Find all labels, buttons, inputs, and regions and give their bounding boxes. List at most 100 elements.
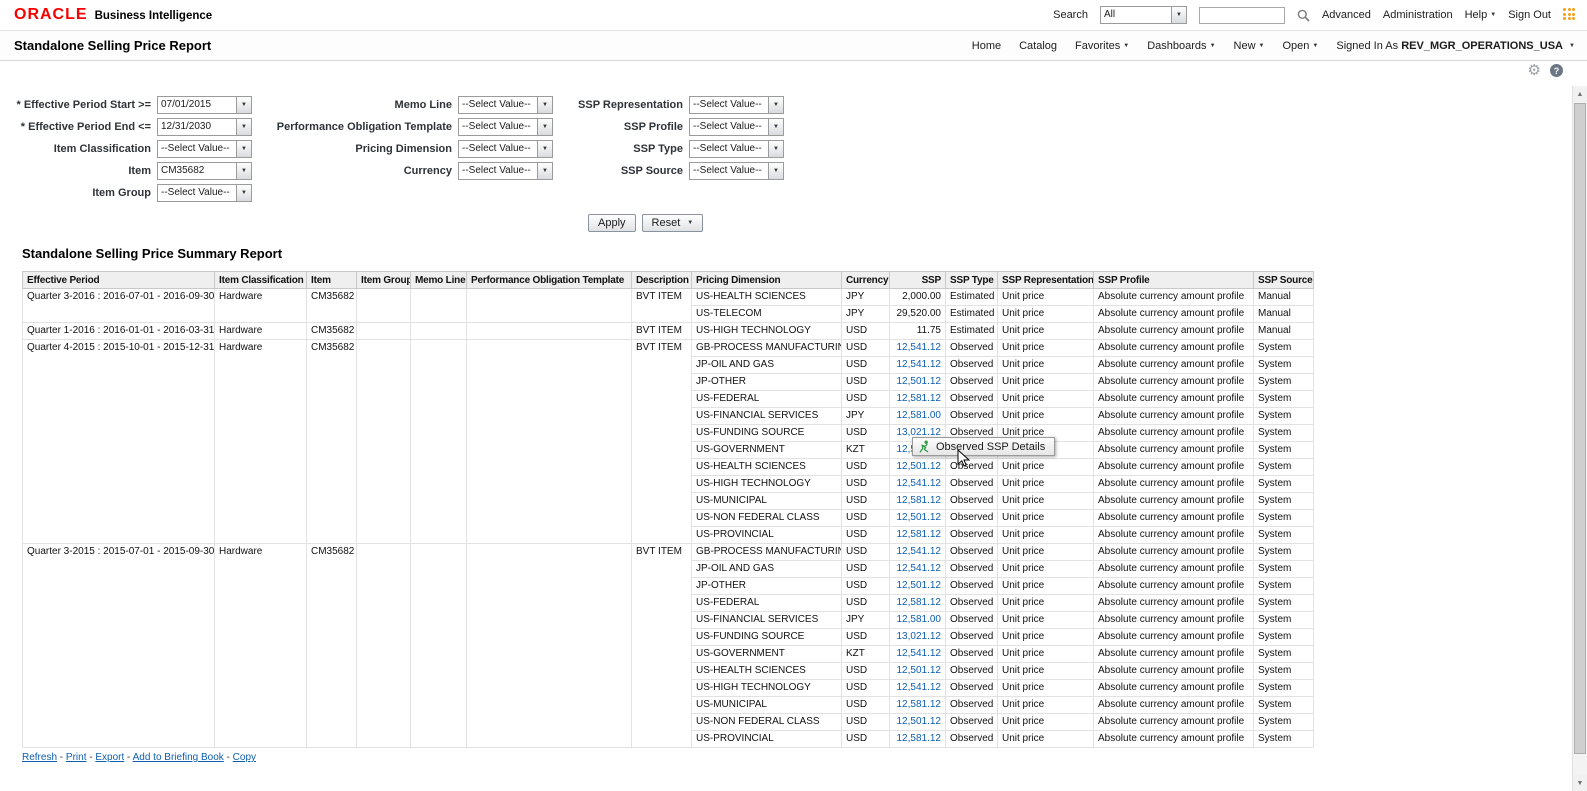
ssp-value-link[interactable]: 12,581.00 [897, 410, 942, 421]
ssp-value-link[interactable]: 12,501.12 [897, 376, 942, 387]
table-cell[interactable]: 12,541.12 [890, 357, 946, 374]
chevron-down-icon[interactable]: ▼ [537, 141, 552, 157]
help-menu[interactable]: Help▼ [1465, 9, 1497, 21]
observed-ssp-details-tooltip[interactable]: Observed SSP Details [912, 437, 1055, 456]
filter-select-item-group[interactable]: --Select Value--▼ [157, 184, 252, 202]
filter-select-item-classification[interactable]: --Select Value--▼ [157, 140, 252, 158]
chevron-down-icon[interactable]: ▼ [537, 119, 552, 135]
table-cell[interactable]: 12,501.12 [890, 663, 946, 680]
chevron-down-icon[interactable]: ▼ [768, 163, 783, 179]
nav-item-dashboards[interactable]: Dashboards▼ [1147, 40, 1215, 52]
chevron-down-icon[interactable]: ▼ [236, 163, 251, 179]
filter-select-currency[interactable]: --Select Value--▼ [458, 162, 553, 180]
ssp-value-link[interactable]: 12,501.12 [897, 461, 942, 472]
nav-item-catalog[interactable]: Catalog [1019, 40, 1057, 52]
footer-link-copy[interactable]: Copy [233, 752, 256, 763]
filter-select-effective-period-end[interactable]: 12/31/2030▼ [157, 118, 252, 136]
nav-item-new[interactable]: New▼ [1234, 40, 1265, 52]
apps-grid-icon[interactable] [1563, 8, 1577, 22]
table-cell[interactable]: 12,581.00 [890, 612, 946, 629]
filter-select-ssp-type[interactable]: --Select Value--▼ [689, 140, 784, 158]
apply-button[interactable]: Apply [588, 214, 636, 232]
search-scope-select[interactable]: All ▼ [1100, 6, 1187, 24]
chevron-down-icon[interactable]: ▼ [768, 141, 783, 157]
ssp-value-link[interactable]: 12,541.12 [897, 359, 942, 370]
chevron-down-icon[interactable]: ▼ [236, 97, 251, 113]
table-cell[interactable]: 12,581.00 [890, 408, 946, 425]
search-icon[interactable] [1297, 9, 1310, 22]
administration-link[interactable]: Administration [1383, 9, 1453, 21]
vertical-scrollbar[interactable]: ▲ ▼ [1572, 86, 1587, 791]
search-input[interactable] [1199, 7, 1285, 24]
sign-out-link[interactable]: Sign Out [1508, 9, 1551, 21]
ssp-value-link[interactable]: 12,501.12 [897, 580, 942, 591]
filter-select-performance-obligation-template[interactable]: --Select Value--▼ [458, 118, 553, 136]
filter-select-ssp-representation[interactable]: --Select Value--▼ [689, 96, 784, 114]
table-cell[interactable]: 12,581.12 [890, 493, 946, 510]
ssp-value-link[interactable]: 12,541.12 [897, 478, 942, 489]
gear-icon[interactable]: ⚙ [1528, 63, 1541, 78]
chevron-down-icon[interactable]: ▼ [768, 119, 783, 135]
ssp-value-link[interactable]: 13,021.12 [897, 631, 942, 642]
table-cell[interactable]: 12,541.12 [890, 561, 946, 578]
ssp-value-link[interactable]: 12,541.12 [897, 682, 942, 693]
nav-item-open[interactable]: Open▼ [1282, 40, 1318, 52]
filter-select-ssp-profile[interactable]: --Select Value--▼ [689, 118, 784, 136]
ssp-value-link[interactable]: 12,541.12 [897, 648, 942, 659]
table-cell[interactable]: 12,501.12 [890, 459, 946, 476]
chevron-down-icon[interactable]: ▼ [236, 185, 251, 201]
ssp-value-link[interactable]: 12,541.12 [897, 563, 942, 574]
scroll-down-button[interactable]: ▼ [1573, 775, 1587, 791]
filter-select-pricing-dimension[interactable]: --Select Value--▼ [458, 140, 553, 158]
table-cell[interactable]: 12,581.12 [890, 595, 946, 612]
nav-item-home[interactable]: Home [972, 40, 1001, 52]
help-icon[interactable]: ? [1550, 64, 1563, 77]
ssp-value-link[interactable]: 12,501.12 [897, 716, 942, 727]
table-cell[interactable]: 12,501.12 [890, 578, 946, 595]
filter-select-ssp-source[interactable]: --Select Value--▼ [689, 162, 784, 180]
footer-link-export[interactable]: Export [95, 752, 124, 763]
table-cell[interactable]: 13,021.12 [890, 629, 946, 646]
footer-link-print[interactable]: Print [66, 752, 87, 763]
footer-link-add-to-briefing-book[interactable]: Add to Briefing Book [133, 752, 224, 763]
table-cell[interactable]: 12,541.12 [890, 646, 946, 663]
table-cell[interactable]: 12,501.12 [890, 714, 946, 731]
table-cell[interactable]: 12,501.12 [890, 374, 946, 391]
table-cell[interactable]: 12,581.12 [890, 391, 946, 408]
chevron-down-icon[interactable]: ▼ [236, 141, 251, 157]
chevron-down-icon[interactable]: ▼ [1171, 7, 1186, 23]
ssp-value-link[interactable]: 12,581.00 [897, 614, 942, 625]
table-cell[interactable]: 12,501.12 [890, 510, 946, 527]
table-cell[interactable]: 12,581.12 [890, 697, 946, 714]
ssp-value-link[interactable]: 12,581.12 [897, 495, 942, 506]
ssp-value-link[interactable]: 12,501.12 [897, 512, 942, 523]
ssp-value-link[interactable]: 12,581.12 [897, 597, 942, 608]
ssp-value-link[interactable]: 12,581.12 [897, 699, 942, 710]
scrollbar-thumb[interactable] [1574, 103, 1586, 754]
filter-select-item[interactable]: CM35682▼ [157, 162, 252, 180]
ssp-value-link[interactable]: 12,541.12 [897, 546, 942, 557]
ssp-value-link[interactable]: 12,501.12 [897, 665, 942, 676]
table-cell[interactable]: 12,541.12 [890, 544, 946, 561]
chevron-down-icon[interactable]: ▼ [537, 97, 552, 113]
reset-button[interactable]: Reset ▼ [642, 214, 704, 232]
filter-select-effective-period-start[interactable]: 07/01/2015▼ [157, 96, 252, 114]
table-cell[interactable]: 12,541.12 [890, 476, 946, 493]
table-cell[interactable]: 12,541.12 [890, 680, 946, 697]
ssp-value-link[interactable]: 12,581.12 [897, 529, 942, 540]
chevron-down-icon[interactable]: ▼ [537, 163, 552, 179]
nav-item-favorites[interactable]: Favorites▼ [1075, 40, 1129, 52]
scroll-up-button[interactable]: ▲ [1573, 86, 1587, 102]
signed-in-menu[interactable]: Signed In As REV_MGR_OPERATIONS_USA ▼ [1336, 40, 1575, 52]
table-cell[interactable]: 12,581.12 [890, 731, 946, 748]
filter-select-memo-line[interactable]: --Select Value--▼ [458, 96, 553, 114]
table-cell[interactable]: 12,541.12 [890, 340, 946, 357]
chevron-down-icon[interactable]: ▼ [236, 119, 251, 135]
ssp-value-link[interactable]: 12,581.12 [897, 733, 942, 744]
chevron-down-icon[interactable]: ▼ [768, 97, 783, 113]
ssp-value-link[interactable]: 12,581.12 [897, 393, 942, 404]
table-cell[interactable]: 12,581.12 [890, 527, 946, 544]
advanced-link[interactable]: Advanced [1322, 9, 1371, 21]
footer-link-refresh[interactable]: Refresh [22, 752, 57, 763]
ssp-value-link[interactable]: 12,541.12 [897, 342, 942, 353]
